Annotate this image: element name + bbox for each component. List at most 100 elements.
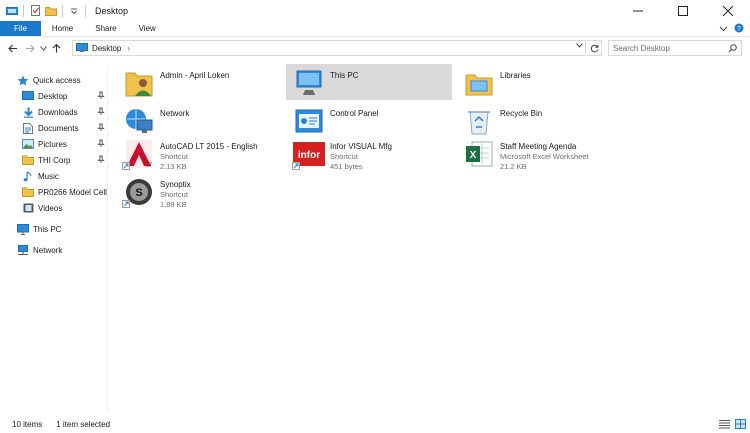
- sidebar-item-quick-access[interactable]: Quick access: [0, 72, 108, 88]
- pin-icon[interactable]: [97, 123, 105, 133]
- file-name: Admin - April Loken: [160, 71, 230, 80]
- sidebar-item-downloads[interactable]: Downloads: [0, 104, 108, 120]
- sidebar-item-label: Pictures: [38, 139, 67, 149]
- expand-ribbon-chevron-icon[interactable]: [719, 24, 728, 34]
- tab-view[interactable]: View: [128, 21, 167, 36]
- sidebar-item-documents[interactable]: Documents: [0, 120, 108, 136]
- breadcrumb-separator[interactable]: ›: [127, 44, 130, 53]
- sidebar-item-label: Videos: [38, 203, 63, 213]
- file-name: AutoCAD LT 2015 - English: [160, 142, 258, 151]
- pin-icon[interactable]: [97, 91, 105, 101]
- search-box[interactable]: [608, 40, 742, 56]
- close-button[interactable]: [705, 0, 750, 21]
- sidebar-item-music[interactable]: Music: [0, 168, 108, 184]
- sidebar-item-label: Downloads: [38, 107, 78, 117]
- svg-text:S: S: [135, 187, 142, 199]
- new-folder-icon[interactable]: [45, 5, 57, 16]
- help-icon[interactable]: ?: [734, 23, 744, 35]
- sidebar-item-thi-corp[interactable]: THI Corp: [0, 152, 108, 168]
- network-icon: [17, 244, 29, 256]
- breadcrumb-desktop[interactable]: Desktop: [92, 44, 121, 53]
- svg-text:?: ?: [737, 26, 741, 33]
- back-arrow-icon: [7, 44, 17, 52]
- tab-share[interactable]: Share: [84, 21, 127, 36]
- music-note-icon: [22, 171, 34, 182]
- address-dropdown-chevron-icon[interactable]: [576, 43, 583, 50]
- explorer-app-icon[interactable]: [6, 5, 18, 16]
- file-item-staff-meeting-agenda[interactable]: X Staff Meeting Agenda Microsoft Excel W…: [456, 135, 656, 175]
- file-item-admin[interactable]: Admin - April Loken: [116, 64, 282, 100]
- download-arrow-icon: [22, 107, 34, 118]
- sidebar-item-label: Desktop: [38, 91, 68, 101]
- sidebar-item-pr0266-model-cell[interactable]: PR0266 Model Cell: [0, 184, 108, 200]
- file-type: Shortcut: [160, 152, 188, 161]
- file-item-synoptix[interactable]: S Synoptix Shortcut 1.89 KB: [116, 173, 282, 213]
- pictures-icon: [22, 139, 34, 150]
- refresh-icon: [590, 44, 598, 52]
- folder-icon: [22, 187, 34, 198]
- file-item-autocad[interactable]: LT AutoCAD LT 2015 - English Shortcut 2.…: [116, 135, 282, 175]
- search-input[interactable]: [613, 43, 723, 53]
- pin-icon[interactable]: [97, 139, 105, 149]
- monitor-icon: [17, 223, 29, 235]
- toolbar-divider: [23, 4, 24, 17]
- svg-text:infor: infor: [298, 150, 320, 161]
- user-folder-icon: [122, 67, 156, 99]
- file-item-control-panel[interactable]: Control Panel: [286, 102, 452, 138]
- maximize-button[interactable]: [660, 0, 705, 21]
- tab-home[interactable]: Home: [41, 21, 84, 36]
- file-name: Staff Meeting Agenda: [500, 142, 577, 151]
- shortcut-arrow-icon: [122, 162, 130, 170]
- pin-icon[interactable]: [97, 155, 105, 165]
- this-pc-icon: [292, 67, 326, 99]
- star-icon: [17, 75, 29, 86]
- refresh-button[interactable]: [587, 40, 602, 56]
- sidebar-item-videos[interactable]: Videos: [0, 200, 108, 216]
- shortcut-arrow-icon: [292, 162, 300, 170]
- sidebar-item-network[interactable]: Network: [0, 242, 108, 258]
- up-button[interactable]: [48, 39, 65, 57]
- search-icon[interactable]: [728, 44, 737, 55]
- navigation-bar: Desktop ›: [0, 38, 750, 58]
- sidebar-item-label: PR0266 Model Cell: [38, 187, 107, 197]
- file-item-this-pc[interactable]: This PC: [286, 64, 452, 100]
- folder-icon: [22, 155, 34, 166]
- file-size: 451 bytes: [330, 162, 363, 171]
- file-name: Control Panel: [330, 109, 379, 118]
- sidebar-item-this-pc[interactable]: This PC: [0, 221, 108, 237]
- file-item-recycle-bin[interactable]: Recycle Bin: [456, 102, 622, 138]
- close-icon: [722, 5, 733, 16]
- customize-toolbar-chevron-icon[interactable]: [68, 5, 80, 16]
- file-name: This PC: [330, 71, 359, 80]
- desktop-location-icon: [76, 42, 88, 54]
- details-view-icon[interactable]: [719, 419, 730, 431]
- recent-locations-button[interactable]: [38, 39, 48, 57]
- pin-icon[interactable]: [97, 107, 105, 117]
- large-icons-view-icon[interactable]: [735, 419, 746, 431]
- minimize-button[interactable]: [615, 0, 660, 21]
- file-type: Shortcut: [330, 152, 358, 161]
- infor-icon: infor: [292, 138, 326, 170]
- sidebar-item-pictures[interactable]: Pictures: [0, 136, 108, 152]
- file-explorer-window: Desktop File Home Share View ? Desktop ›…: [0, 0, 750, 433]
- sidebar-item-label: Network: [33, 245, 63, 255]
- file-name: Infor VISUAL Mfg: [330, 142, 392, 151]
- chevron-down-icon: [39, 45, 47, 51]
- title-bar: Desktop: [0, 0, 750, 21]
- item-count: 10 items: [12, 420, 43, 429]
- recycle-bin-icon: [462, 105, 496, 137]
- autocad-icon: LT: [122, 138, 156, 170]
- up-arrow-icon: [52, 43, 61, 53]
- back-button[interactable]: [4, 39, 21, 57]
- tab-file[interactable]: File: [0, 21, 41, 36]
- status-bar: 10 items 1 item selected: [0, 416, 750, 433]
- forward-button[interactable]: [21, 39, 38, 57]
- file-item-infor-visual[interactable]: infor Infor VISUAL Mfg Shortcut 451 byte…: [286, 135, 452, 175]
- address-bar[interactable]: Desktop ›: [72, 40, 586, 56]
- sidebar-item-label: This PC: [33, 224, 62, 234]
- sidebar-item-desktop[interactable]: Desktop: [0, 88, 108, 104]
- properties-icon[interactable]: [29, 5, 41, 16]
- file-item-libraries[interactable]: Libraries: [456, 64, 622, 100]
- ribbon-tabs: File Home Share View ?: [0, 21, 750, 37]
- file-item-network[interactable]: Network: [116, 102, 282, 138]
